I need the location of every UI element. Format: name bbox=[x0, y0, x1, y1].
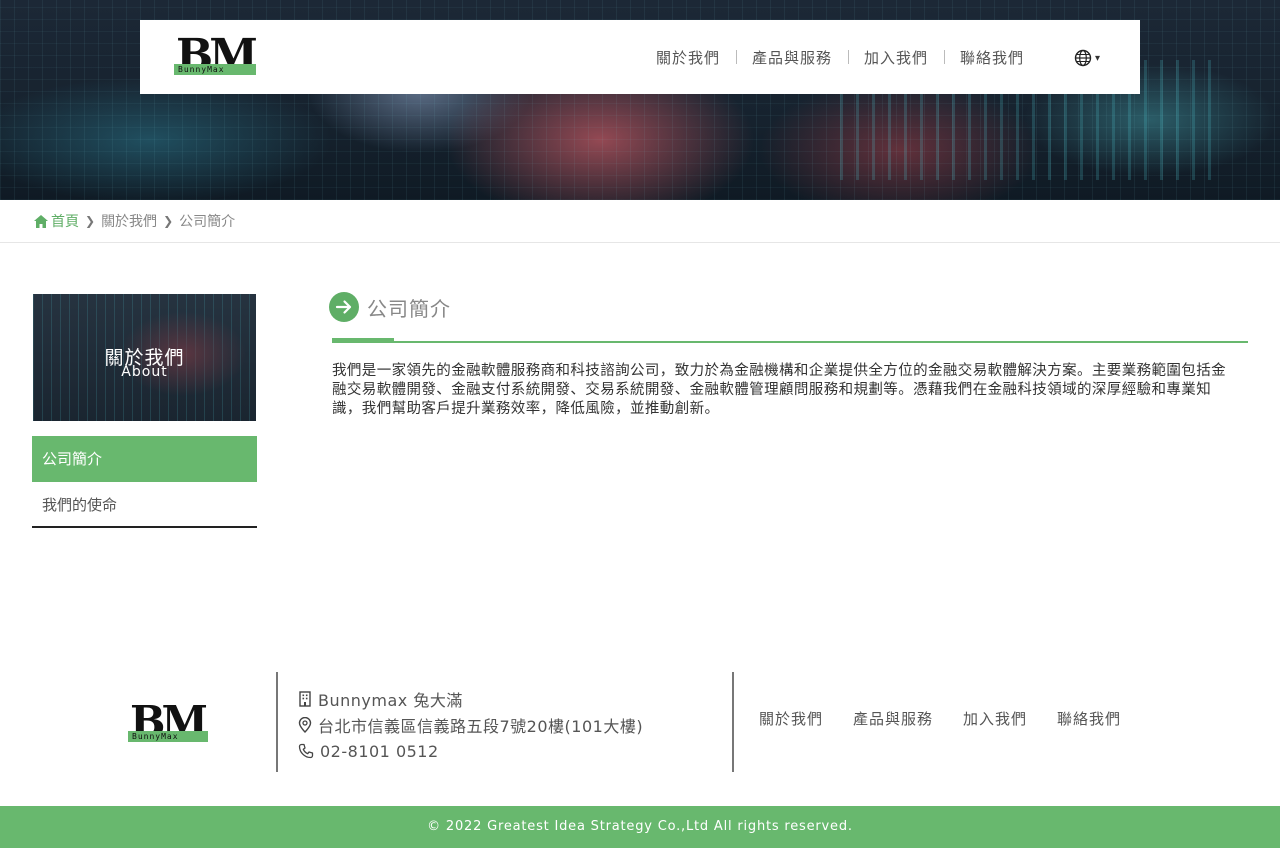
sidebar-item-mission[interactable]: 我們的使命 bbox=[32, 482, 257, 528]
breadcrumb-item-about[interactable]: 關於我們 bbox=[101, 211, 157, 231]
footer-divider-left bbox=[276, 672, 278, 772]
nav-item-contact[interactable]: 聯絡我們 bbox=[943, 47, 1040, 68]
building-icon bbox=[299, 691, 311, 707]
language-switcher[interactable]: ▾ bbox=[1074, 48, 1106, 68]
globe-icon bbox=[1074, 49, 1092, 67]
footer-company-row: Bunnymax 兔大滿 bbox=[298, 686, 643, 712]
breadcrumb-item-current: 公司簡介 bbox=[179, 214, 236, 230]
breadcrumb-divider bbox=[0, 242, 1280, 243]
footer-nav-products[interactable]: 產品與服務 bbox=[853, 708, 933, 729]
map-pin-icon bbox=[298, 717, 312, 733]
logo-tagline: BunnyMax bbox=[174, 64, 256, 75]
footer-address-row: 台北市信義區信義路五段7號20樓(101大樓) bbox=[298, 712, 643, 738]
section-heading: 公司簡介 bbox=[329, 290, 451, 324]
main-nav: 關於我們 產品與服務 加入我們 聯絡我們 bbox=[640, 20, 1040, 94]
footer-phone[interactable]: 02-8101 0512 bbox=[320, 742, 439, 761]
chevron-right-icon: ❯ bbox=[85, 214, 96, 228]
copyright-bar: © 2022 Greatest Idea Strategy Co.,Ltd Al… bbox=[0, 806, 1280, 848]
title-underline bbox=[332, 341, 1248, 343]
footer-divider-right bbox=[732, 672, 734, 772]
footer-nav-contact[interactable]: 聯絡我們 bbox=[1057, 708, 1121, 729]
footer-nav: 關於我們 產品與服務 加入我們 聯絡我們 bbox=[759, 708, 1121, 729]
sidebar-item-company-profile[interactable]: 公司簡介 bbox=[32, 436, 257, 482]
chevron-down-icon: ▾ bbox=[1095, 52, 1101, 64]
arrow-right-circle-icon bbox=[329, 292, 359, 322]
breadcrumb: 首頁 ❯ 關於我們 ❯ 公司簡介 bbox=[34, 210, 235, 232]
footer-contact: Bunnymax 兔大滿 台北市信義區信義路五段7號20樓(101大樓) 02-… bbox=[298, 686, 643, 764]
nav-item-about[interactable]: 關於我們 bbox=[640, 47, 736, 68]
footer-logo-tagline: BunnyMax bbox=[128, 731, 208, 742]
footer-company-name: Bunnymax 兔大滿 bbox=[318, 691, 463, 710]
chevron-right-icon: ❯ bbox=[163, 214, 174, 228]
footer-logo[interactable]: BM BunnyMax bbox=[128, 698, 210, 748]
sidebar-banner-subtitle: About bbox=[121, 364, 168, 380]
nav-item-join[interactable]: 加入我們 bbox=[847, 47, 944, 68]
breadcrumb-home[interactable]: 首頁 bbox=[34, 211, 79, 231]
footer-nav-join[interactable]: 加入我們 bbox=[963, 708, 1027, 729]
page-title: 公司簡介 bbox=[367, 296, 451, 321]
nav-item-products[interactable]: 產品與服務 bbox=[735, 47, 848, 68]
footer-phone-row: 02-8101 0512 bbox=[298, 738, 643, 764]
home-icon bbox=[34, 214, 48, 228]
sidebar-banner: 關於我們 About bbox=[33, 294, 256, 421]
title-underline-accent bbox=[332, 338, 394, 343]
footer-nav-about[interactable]: 關於我們 bbox=[759, 708, 823, 729]
site-logo[interactable]: BM BunnyMax bbox=[174, 30, 258, 82]
phone-icon bbox=[298, 743, 314, 759]
footer-address: 台北市信義區信義路五段7號20樓(101大樓) bbox=[318, 717, 644, 736]
breadcrumb-home-label: 首頁 bbox=[51, 214, 79, 230]
sidebar-menu: 公司簡介 我們的使命 bbox=[32, 436, 257, 528]
site-header: BM BunnyMax 關於我們 產品與服務 加入我們 聯絡我們 ▾ bbox=[140, 20, 1140, 94]
company-description: 我們是一家領先的金融軟體服務商和科技諮詢公司，致力於為金融機構和企業提供全方位的… bbox=[332, 363, 1226, 417]
